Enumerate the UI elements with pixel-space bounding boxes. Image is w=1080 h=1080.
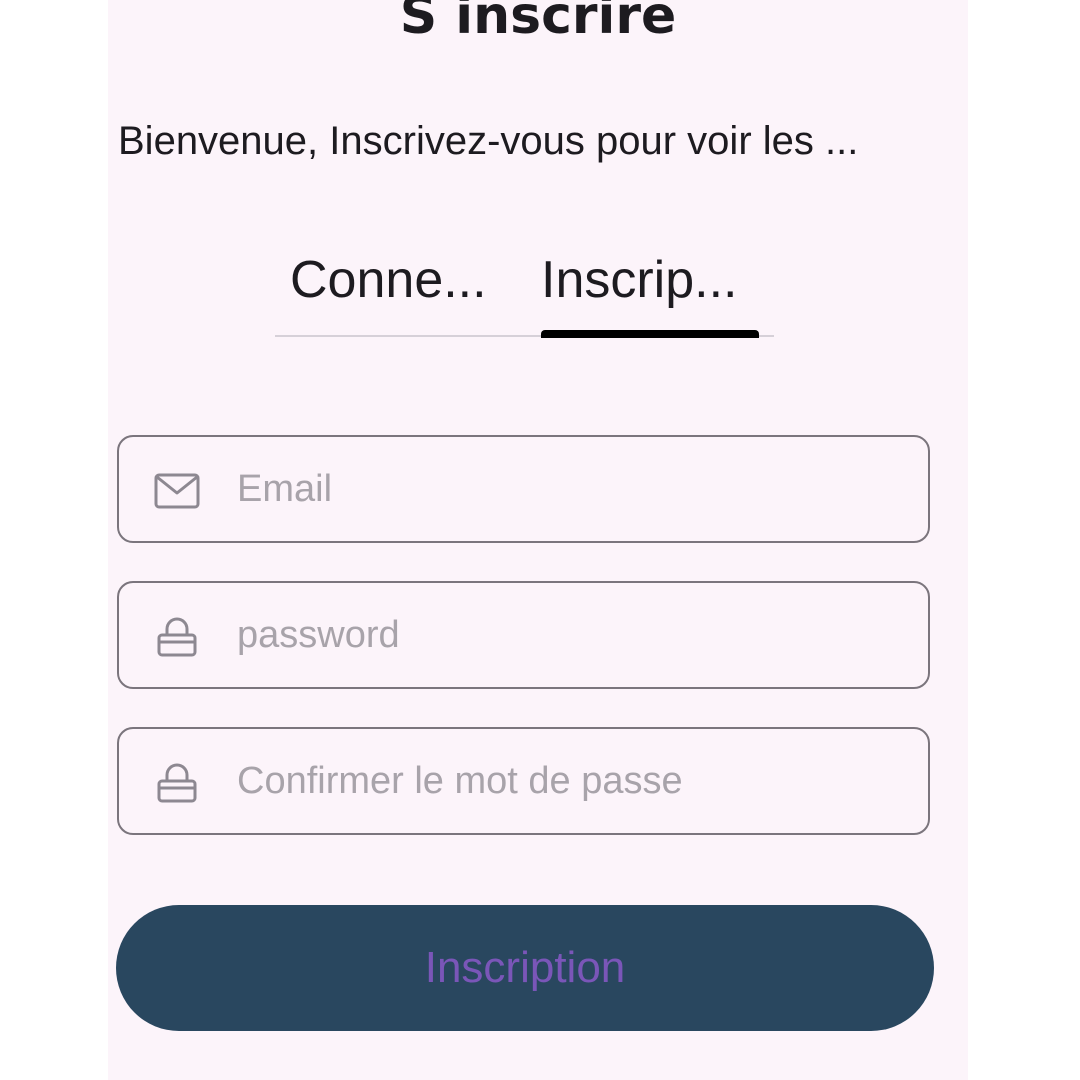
- lock-icon: [153, 617, 201, 657]
- email-field: [117, 435, 930, 543]
- signup-screen: S inscrire Bienvenue, Inscrivez-vous pou…: [108, 0, 968, 1080]
- tab-active-indicator: [541, 330, 759, 338]
- auth-tabs: Conne... Inscrip...: [275, 240, 774, 338]
- tab-inscription[interactable]: Inscrip...: [541, 250, 738, 310]
- confirm-password-field: [117, 727, 930, 835]
- email-input[interactable]: [237, 437, 897, 541]
- password-input[interactable]: [237, 583, 897, 687]
- password-field: [117, 581, 930, 689]
- tab-connexion[interactable]: Conne...: [290, 250, 487, 310]
- lock-icon: [153, 763, 201, 803]
- inscription-button[interactable]: Inscription: [116, 905, 934, 1031]
- welcome-subtitle: Bienvenue, Inscrivez-vous pour voir les …: [118, 119, 859, 163]
- confirm-password-input[interactable]: [237, 729, 897, 833]
- mail-icon: [153, 471, 201, 511]
- page-title: S inscrire: [399, 0, 677, 46]
